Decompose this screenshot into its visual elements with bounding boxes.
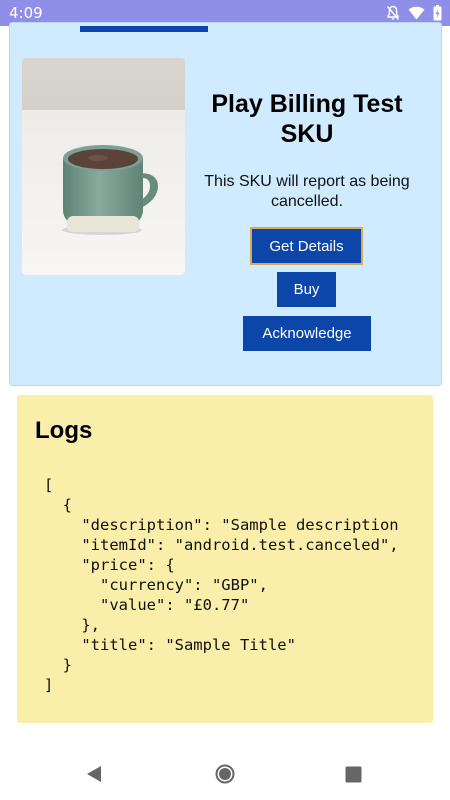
back-icon[interactable]	[86, 765, 102, 788]
buy-button[interactable]: Buy	[277, 272, 336, 307]
product-image	[22, 58, 185, 275]
product-title: Play Billing Test SKU	[211, 90, 403, 148]
logs-content: [ { "description": "Sample description "…	[44, 476, 399, 694]
logs-card: Logs [ { "description": "Sample descript…	[17, 395, 433, 723]
get-details-button[interactable]: Get Details	[250, 227, 363, 265]
scrolled-button-edge	[80, 26, 208, 32]
status-time: 4:09	[9, 4, 43, 22]
product-description: This SKU will report as being cancelled.	[204, 173, 410, 210]
notifications-off-icon	[386, 5, 400, 21]
wifi-icon	[408, 6, 425, 20]
logs-title: Logs	[35, 417, 93, 444]
coffee-mug-image	[22, 58, 185, 275]
recents-icon[interactable]	[345, 766, 362, 788]
battery-icon	[433, 5, 442, 21]
home-icon[interactable]	[215, 764, 235, 789]
navigation-bar	[0, 750, 450, 800]
acknowledge-button[interactable]: Acknowledge	[243, 316, 371, 351]
status-icons	[386, 5, 442, 21]
